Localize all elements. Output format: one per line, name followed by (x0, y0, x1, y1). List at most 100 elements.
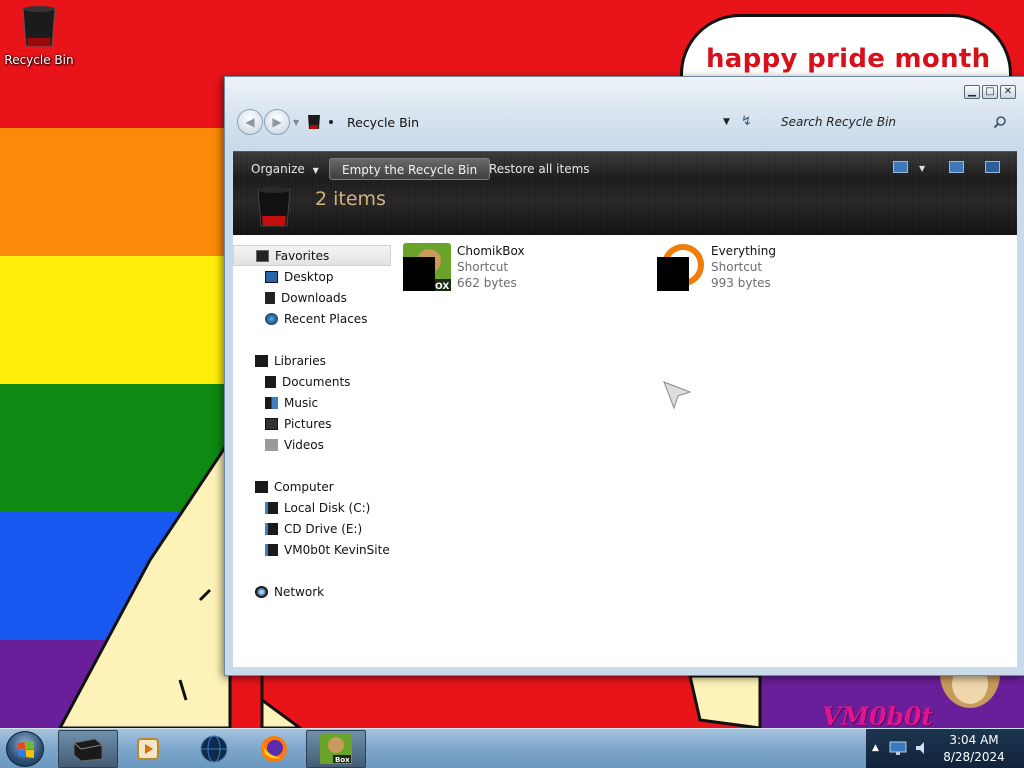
file-item-chomikbox[interactable]: OX ChomikBox Shortcut 662 bytes (403, 243, 525, 292)
volume-tray-icon[interactable] (914, 740, 930, 756)
favorites-icon (256, 249, 269, 262)
navigation-buttons: ◀ ▶ ▼ (237, 109, 299, 135)
help-button[interactable] (985, 161, 1000, 177)
item-count: 2 items (315, 188, 386, 210)
organize-button[interactable]: Organize ▼ (243, 158, 327, 180)
nav-label: Computer (274, 479, 334, 494)
network-tray-icon[interactable] (888, 740, 908, 756)
nav-local-disk[interactable]: Local Disk (C:) (233, 497, 393, 518)
firefox-icon (261, 736, 287, 762)
favorites-group: Favorites Desktop Downloads Recent Place… (233, 245, 393, 329)
taskbar-explorer[interactable] (58, 730, 118, 768)
show-hidden-icons-button[interactable]: ▲ (872, 743, 879, 753)
desktop-icon-recycle-bin[interactable]: Recycle Bin (4, 4, 74, 67)
mouse-cursor-icon (663, 381, 692, 410)
refresh-button[interactable]: ↯ (741, 114, 752, 129)
windows-logo-icon (18, 741, 34, 758)
desktop-icon (265, 270, 278, 283)
forward-button[interactable]: ▶ (264, 109, 290, 135)
maximize-icon: □ (985, 86, 995, 97)
change-view-button[interactable] (893, 161, 908, 177)
nav-pictures[interactable]: Pictures (233, 413, 393, 434)
address-bar[interactable]: Recycle Bin (307, 110, 767, 134)
nav-label: Local Disk (C:) (284, 500, 371, 515)
recent-places-icon (265, 312, 278, 325)
chevron-down-icon: ▼ (312, 166, 319, 175)
nav-label: Downloads (281, 290, 347, 305)
music-icon (265, 396, 278, 409)
file-meta: ChomikBox Shortcut 662 bytes (457, 243, 525, 291)
pictures-icon (265, 417, 278, 430)
chomikbox-thumbnail: OX (403, 243, 451, 292)
computer-group: Computer Local Disk (C:) CD Drive (E:) V… (233, 476, 393, 560)
downloads-icon (265, 291, 275, 304)
search-icon[interactable] (993, 115, 1007, 129)
network-group: Network (233, 581, 393, 602)
nav-label: Pictures (284, 416, 332, 431)
close-button[interactable]: ✕ (1000, 85, 1016, 99)
restore-all-items-button[interactable]: Restore all items (481, 158, 598, 180)
nav-network-drive[interactable]: VM0b0t KevinSite (233, 539, 393, 560)
view-icon (893, 161, 908, 173)
nav-videos[interactable]: Videos (233, 434, 393, 455)
taskbar-chomikbox[interactable]: Box (306, 730, 366, 768)
file-size: 993 bytes (711, 276, 771, 290)
recent-pages-dropdown[interactable]: ▼ (293, 118, 299, 127)
nav-desktop[interactable]: Desktop (233, 266, 393, 287)
nav-label: Videos (284, 437, 324, 452)
explorer-window: ▁ □ ✕ ◀ ▶ ▼ Recycle Bin ▼ ↯ Organize ▼ E… (224, 76, 1024, 676)
media-player-icon (137, 738, 159, 760)
empty-recycle-bin-button[interactable]: Empty the Recycle Bin (329, 158, 491, 180)
nav-favorites[interactable]: Favorites (233, 245, 391, 266)
nav-cd-drive[interactable]: CD Drive (E:) (233, 518, 393, 539)
network-drive-icon (265, 543, 278, 556)
nav-music[interactable]: Music (233, 392, 393, 413)
svg-text:OX: OX (435, 282, 449, 291)
computer-icon (255, 480, 268, 493)
everything-thumbnail (657, 244, 704, 291)
minimize-icon: ▁ (968, 86, 976, 97)
taskbar-media-player[interactable] (118, 730, 178, 768)
preview-pane-icon (949, 161, 964, 173)
nav-label: VM0b0t KevinSite (284, 542, 390, 557)
nav-label: Libraries (274, 353, 326, 368)
file-item-everything[interactable]: Everything Shortcut 993 bytes (657, 243, 776, 291)
banner-text: happy pride month (706, 44, 991, 74)
taskbar-firefox[interactable] (244, 730, 304, 768)
hard-drive-icon (265, 501, 278, 514)
nav-libraries[interactable]: Libraries (233, 350, 393, 371)
clock-date[interactable]: 8/28/2024 (936, 750, 1012, 764)
view-dropdown-icon[interactable]: ▼ (919, 164, 925, 180)
organize-label: Organize (251, 162, 305, 176)
nav-label: Favorites (275, 248, 330, 263)
maximize-button[interactable]: □ (982, 85, 998, 99)
preview-pane-button[interactable] (949, 161, 964, 177)
close-icon: ✕ (1003, 86, 1013, 97)
address-dropdown-icon[interactable]: ▼ (723, 117, 730, 127)
clock-time[interactable]: 3:04 AM (946, 733, 1002, 747)
file-type: Shortcut (711, 260, 763, 274)
navigation-pane: Favorites Desktop Downloads Recent Place… (233, 235, 393, 667)
search-box[interactable] (773, 110, 1013, 134)
nav-documents[interactable]: Documents (233, 371, 393, 392)
nav-recent-places[interactable]: Recent Places (233, 308, 393, 329)
breadcrumb-separator (329, 120, 333, 124)
breadcrumb-recycle-bin[interactable]: Recycle Bin (347, 115, 419, 130)
nav-computer[interactable]: Computer (233, 476, 393, 497)
nav-network[interactable]: Network (233, 581, 393, 602)
forward-arrow-icon: ▶ (272, 115, 282, 129)
minimize-button[interactable]: ▁ (964, 85, 980, 99)
nav-downloads[interactable]: Downloads (233, 287, 393, 308)
explorer-icon (73, 738, 103, 762)
file-type: Shortcut (457, 260, 509, 274)
start-button[interactable] (6, 731, 44, 767)
nav-label: Desktop (284, 269, 334, 284)
taskbar-globe-browser[interactable] (184, 730, 244, 768)
file-size: 662 bytes (457, 276, 517, 290)
nav-label: CD Drive (E:) (284, 521, 363, 536)
videos-icon (265, 438, 278, 451)
libraries-icon (255, 354, 268, 367)
recycle-bin-icon (22, 6, 56, 47)
search-input[interactable] (781, 115, 981, 129)
back-button[interactable]: ◀ (237, 109, 263, 135)
